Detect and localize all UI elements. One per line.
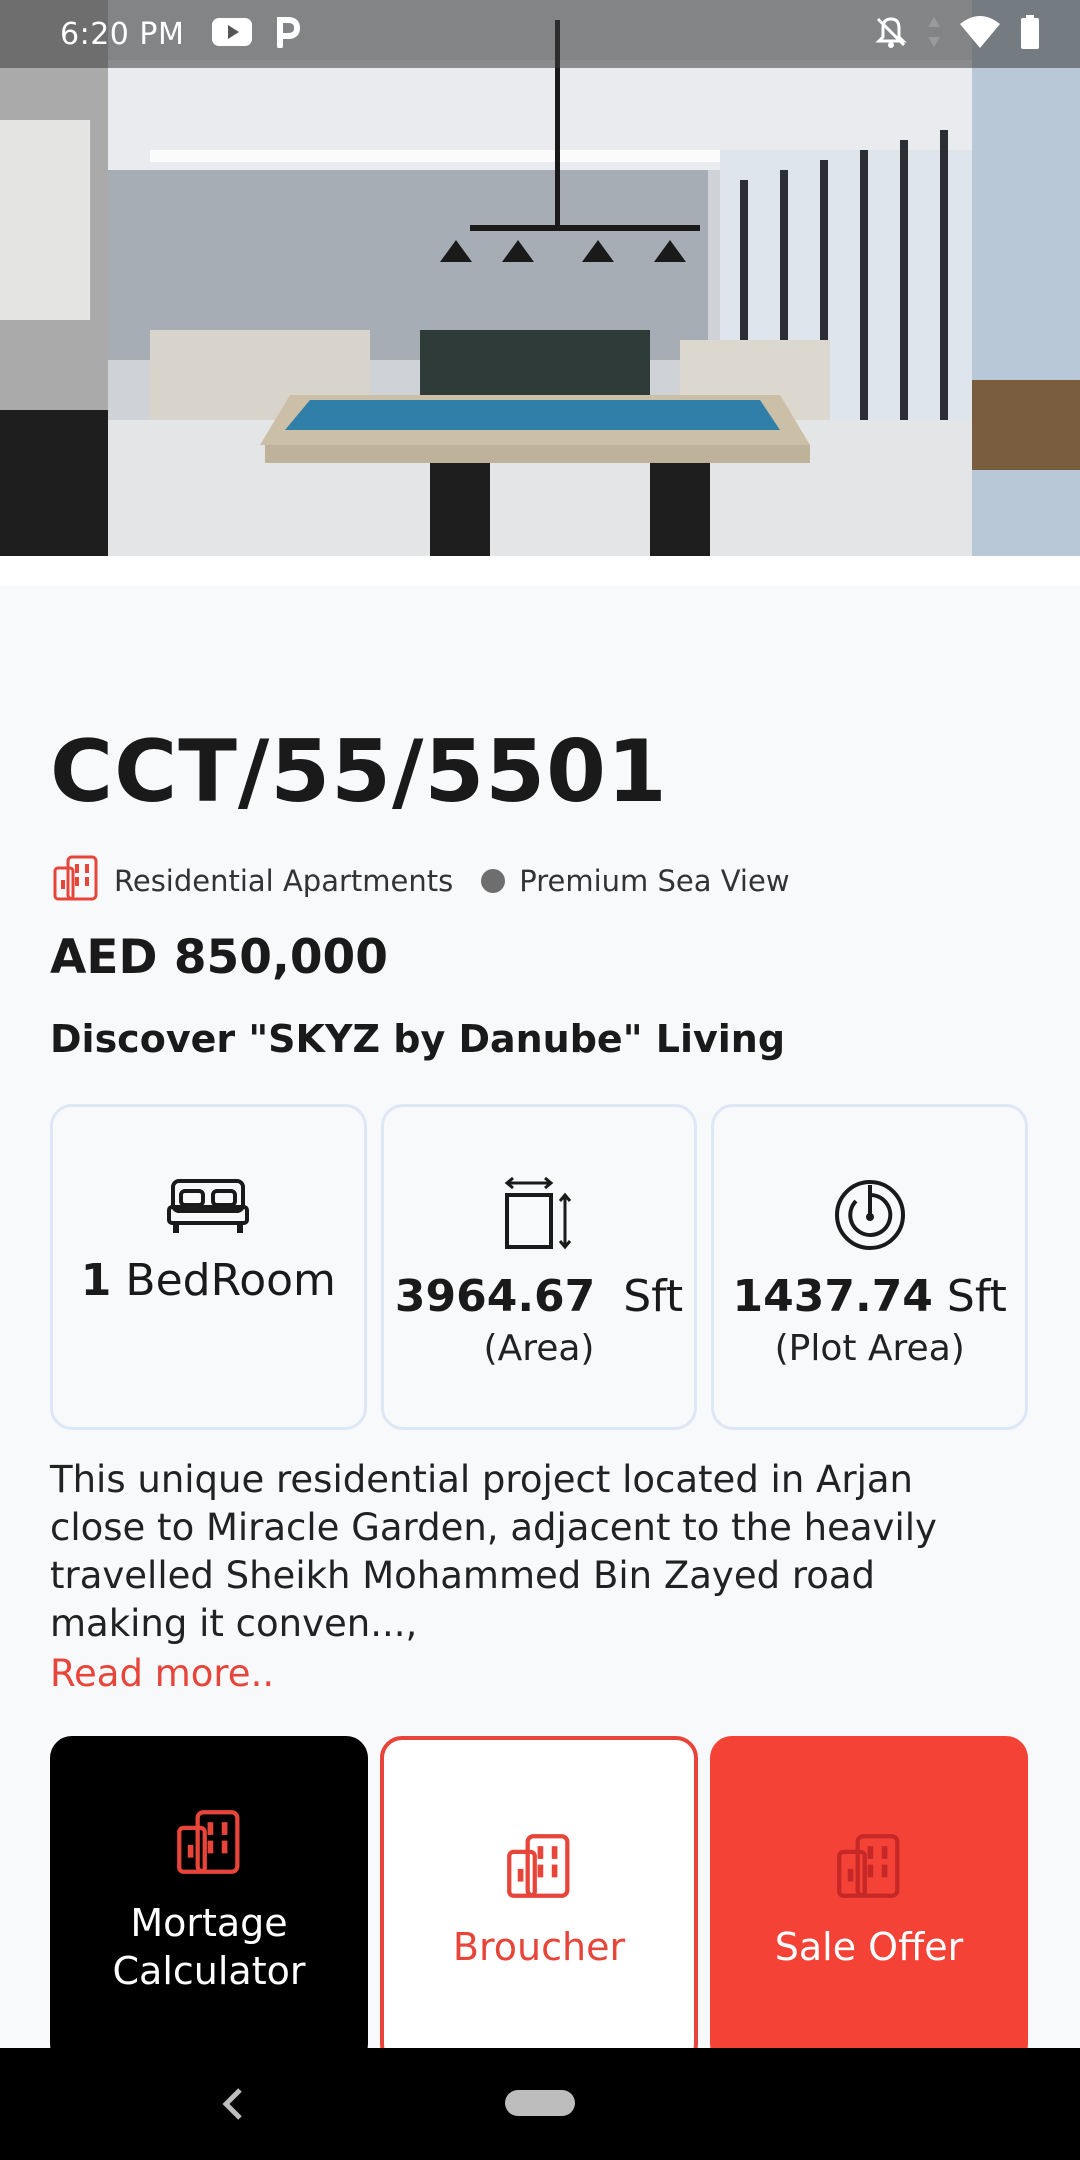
battery-icon xyxy=(1020,15,1040,53)
p-app-icon xyxy=(274,16,301,52)
property-tagline: Discover "SKYZ by Danube" Living xyxy=(50,1017,786,1061)
building-icon xyxy=(174,1808,244,1887)
do-not-disturb-icon xyxy=(874,15,908,53)
plot-area-unit: Sft xyxy=(946,1271,1007,1322)
feature-value-line: 3964.67 Sft xyxy=(395,1271,683,1322)
wifi-icon xyxy=(960,16,1000,52)
mortgage-calculator-label: Mortage Calculator xyxy=(112,1900,306,1993)
property-view: Premium Sea View xyxy=(519,864,790,898)
mortgage-calculator-button[interactable]: Mortage Calculator xyxy=(50,1736,368,2066)
area-icon xyxy=(501,1176,577,1257)
hero-image-graphic xyxy=(0,0,1080,560)
area-value: 3964.67 xyxy=(394,1271,596,1322)
sale-offer-label: Sale Offer xyxy=(774,1924,964,1969)
feature-value-line: 1 BedRoom xyxy=(81,1255,336,1306)
building-icon xyxy=(834,1832,904,1911)
system-navigation-bar xyxy=(0,2048,1080,2160)
building-icon xyxy=(52,854,100,909)
feature-card-plot-area: 1437.74 Sft (Plot Area) xyxy=(711,1104,1029,1430)
property-description: This unique residential project located … xyxy=(50,1458,937,1645)
feature-card-area: 3964.67 Sft (Area) xyxy=(380,1104,698,1430)
read-more-link[interactable]: Read more.. xyxy=(50,1652,274,1695)
property-reference: CCT/55/5501 xyxy=(50,722,668,822)
image-bottom-spacer xyxy=(0,560,1080,586)
youtube-icon xyxy=(212,18,253,50)
home-pill[interactable] xyxy=(505,2090,575,2116)
hero-image[interactable] xyxy=(0,0,1080,560)
data-arrows-icon xyxy=(928,17,940,51)
property-category: Residential Apartments xyxy=(114,864,454,898)
broucher-button[interactable]: Broucher xyxy=(380,1736,698,2066)
bedroom-count: 1 xyxy=(80,1255,112,1306)
back-icon[interactable] xyxy=(218,2084,248,2128)
area-unit: Sft xyxy=(623,1271,684,1322)
plot-area-value: 1437.74 xyxy=(732,1271,933,1322)
area-label: (Area) xyxy=(483,1328,595,1369)
plot-area-icon xyxy=(832,1177,908,1257)
sale-offer-button[interactable]: Sale Offer xyxy=(710,1736,1028,2066)
building-icon xyxy=(504,1832,574,1911)
plot-area-label: (Plot Area) xyxy=(774,1328,965,1369)
status-bar: 6:20 PM xyxy=(0,0,1080,68)
feature-value-line: 1437.74 Sft xyxy=(733,1271,1007,1322)
status-time: 6:20 PM xyxy=(60,16,185,52)
bed-icon xyxy=(167,1177,250,1241)
feature-cards: 1 BedRoom 3964.67 Sft (Area) 1437.74 Sft… xyxy=(50,1104,1029,1430)
property-price: AED 850,000 xyxy=(50,930,388,985)
separator-dot xyxy=(481,869,506,893)
property-meta-row: Residential Apartments Premium Sea View xyxy=(52,854,790,909)
broucher-label: Broucher xyxy=(452,1924,626,1969)
action-buttons: Mortage Calculator Broucher Sale Offer xyxy=(50,1736,1030,2066)
feature-card-bedroom: 1 BedRoom xyxy=(50,1104,367,1430)
bedroom-unit: BedRoom xyxy=(125,1255,336,1306)
